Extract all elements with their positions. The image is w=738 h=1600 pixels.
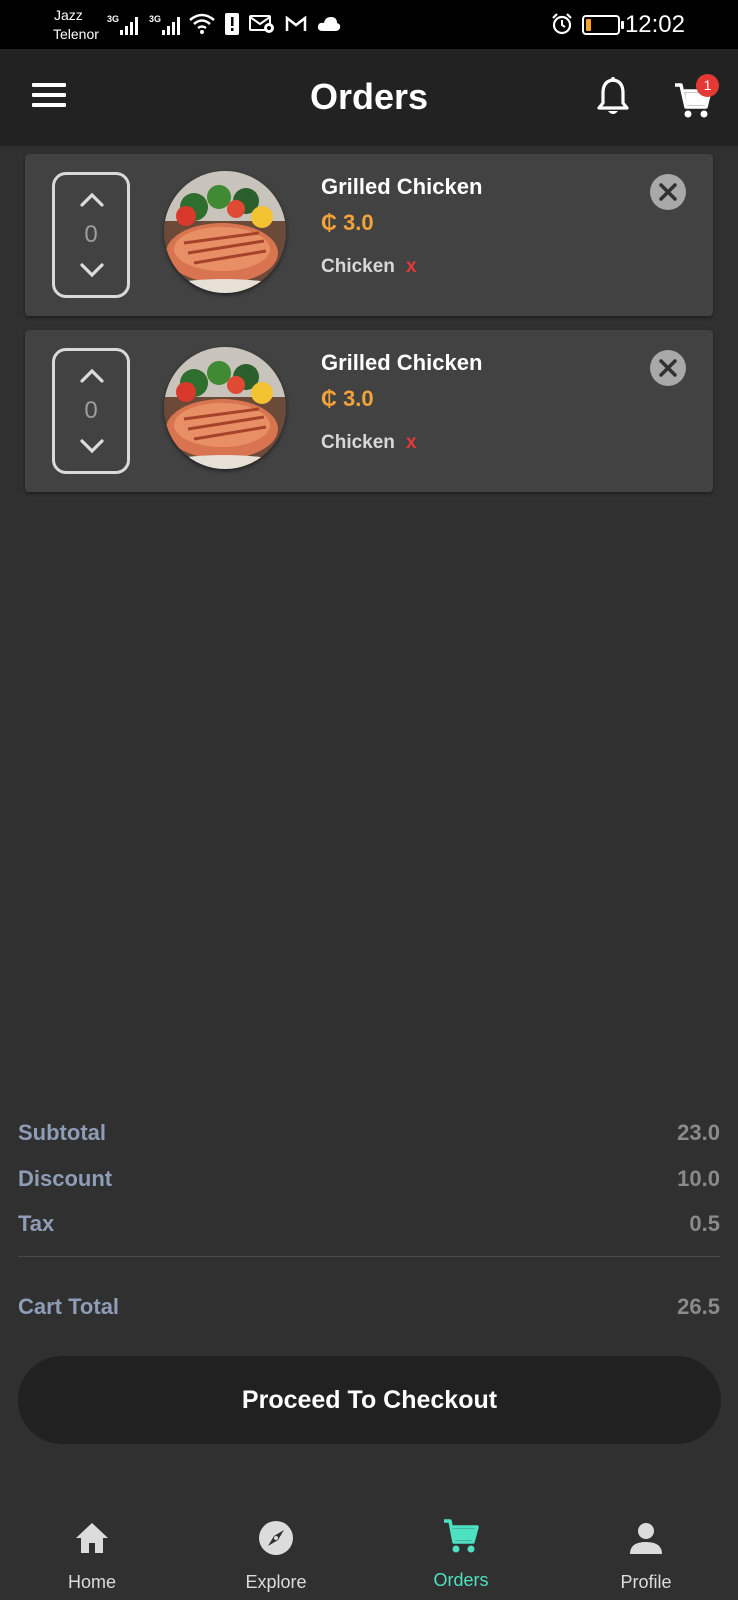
- quantity-stepper: 0: [52, 348, 130, 474]
- alert-icon: [225, 13, 239, 35]
- quantity-value: 0: [84, 221, 98, 248]
- subtotal-label: Subtotal: [18, 1120, 106, 1145]
- remove-item-button[interactable]: [650, 350, 686, 386]
- nav-label-orders: Orders: [433, 1570, 489, 1590]
- person-icon: [630, 1523, 662, 1554]
- nav-label-profile: Profile: [620, 1572, 672, 1592]
- close-icon: [659, 183, 677, 201]
- cart-total-value: 26.5: [677, 1294, 720, 1319]
- nav-item-home[interactable]: Home: [17, 1500, 167, 1600]
- nav-label-explore: Explore: [245, 1572, 307, 1592]
- chevron-up-icon[interactable]: [79, 191, 105, 209]
- cloud-icon: [317, 17, 341, 31]
- signal-icon: [162, 17, 180, 35]
- signal-icon: [120, 17, 138, 35]
- battery-level: [586, 19, 591, 31]
- network-type-1: 3G: [107, 14, 120, 24]
- food-image: [164, 171, 286, 293]
- orders-screen: Jazz Telenor 3G 3G 12:02 Orders 1 0 Gril…: [0, 0, 738, 1600]
- carrier-1: Jazz: [54, 7, 83, 23]
- totals-divider: [18, 1256, 720, 1257]
- status-bar: Jazz Telenor 3G 3G 12:02: [0, 0, 738, 49]
- cart-icon[interactable]: 1: [674, 74, 719, 119]
- tax-label: Tax: [18, 1211, 55, 1236]
- wifi-icon: [189, 13, 215, 34]
- food-image: [164, 347, 286, 469]
- tag-remove-button[interactable]: x: [406, 432, 417, 454]
- status-time: 12:02: [624, 11, 685, 38]
- tag-remove-button[interactable]: x: [406, 256, 417, 278]
- cart-total-label: Cart Total: [18, 1294, 120, 1319]
- home-icon: [76, 1523, 108, 1553]
- bottom-nav: Home Explore Orders Profile: [0, 1500, 738, 1600]
- order-card: 0 Grilled Chicken ₵ 3.0 Chicken x: [25, 154, 713, 316]
- network-type-2: 3G: [149, 14, 162, 24]
- carrier-2: Telenor: [53, 26, 99, 42]
- discount-label: Discount: [18, 1166, 113, 1191]
- gmail-icon: [285, 16, 307, 31]
- item-price: ₵ 3.0: [321, 386, 374, 411]
- subtotal-value: 23.0: [677, 1120, 720, 1145]
- alarm-icon: [552, 13, 572, 35]
- item-tag: Chicken: [321, 256, 395, 277]
- nav-label-home: Home: [67, 1572, 116, 1592]
- battery-icon: [582, 15, 624, 35]
- chevron-up-icon[interactable]: [79, 367, 105, 385]
- discount-value: 10.0: [677, 1166, 720, 1191]
- chevron-down-icon[interactable]: [79, 261, 105, 279]
- order-card: 0 Grilled Chicken ₵ 3.0 Chicken x: [25, 330, 713, 492]
- quantity-stepper: 0: [52, 172, 130, 298]
- cart-badge: 1: [696, 74, 719, 97]
- status-notification-icons: [189, 13, 341, 35]
- item-tag: Chicken: [321, 432, 395, 453]
- item-price: ₵ 3.0: [321, 210, 374, 235]
- app-bar: Orders 1: [0, 49, 738, 146]
- carrier-names: Jazz Telenor: [53, 6, 99, 44]
- nav-item-profile[interactable]: Profile: [571, 1500, 721, 1600]
- chevron-down-icon[interactable]: [79, 437, 105, 455]
- nav-item-explore[interactable]: Explore: [201, 1500, 351, 1600]
- mail-settings-icon: [249, 15, 274, 33]
- item-name: Grilled Chicken: [321, 174, 483, 199]
- remove-item-button[interactable]: [650, 174, 686, 210]
- bell-icon[interactable]: [595, 77, 631, 117]
- nav-item-orders[interactable]: Orders: [386, 1500, 536, 1600]
- cart-icon: [444, 1519, 479, 1553]
- tax-value: 0.5: [689, 1211, 720, 1236]
- checkout-button[interactable]: Proceed To Checkout: [18, 1356, 721, 1444]
- item-name: Grilled Chicken: [321, 350, 483, 375]
- quantity-value: 0: [84, 397, 98, 424]
- close-icon: [659, 359, 677, 377]
- compass-icon: [259, 1521, 293, 1555]
